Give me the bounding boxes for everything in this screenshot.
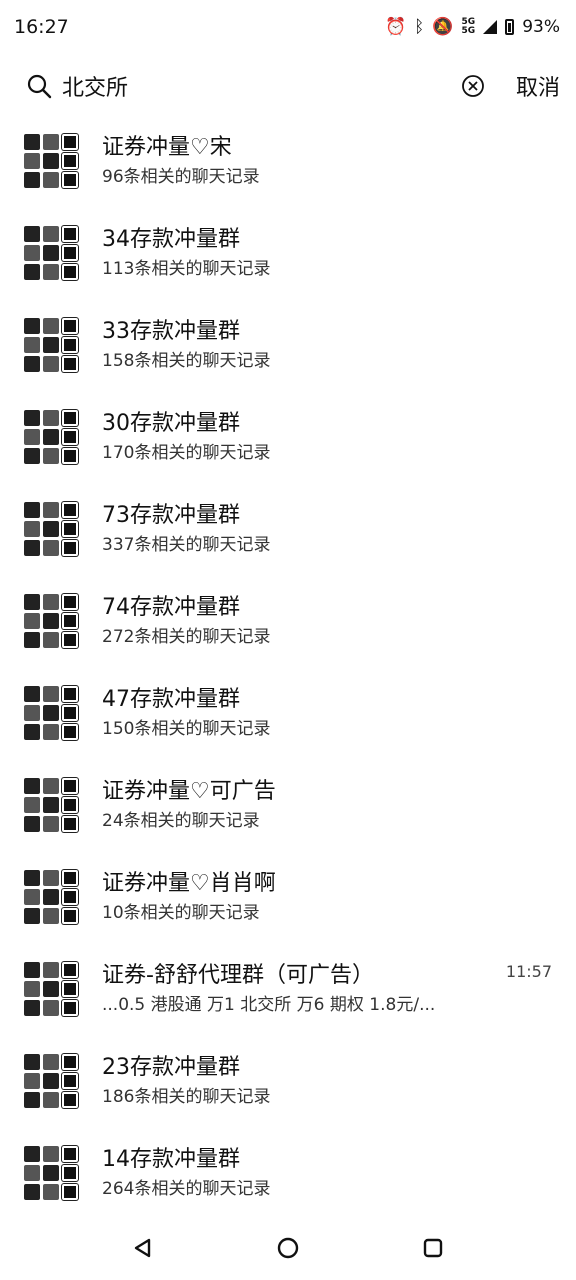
cancel-button[interactable]: 取消 [516,70,560,102]
group-avatar [24,1054,78,1108]
recents-icon[interactable] [421,1236,445,1260]
list-item[interactable]: 证券-舒舒代理群（可广告） ...0.5 港股通 万1 北交所 万6 期权 1.8… [0,950,576,1042]
chat-match-summary: 170条相关的聊天记录 [102,443,271,463]
search-icon[interactable] [26,73,52,99]
group-avatar [24,870,78,924]
chat-title: 14存款冲量群 [102,1147,240,1172]
chat-title: 47存款冲量群 [102,687,240,712]
home-icon[interactable] [276,1236,300,1260]
battery-level: 93% [522,17,560,37]
group-avatar [24,226,78,280]
group-avatar [24,778,78,832]
list-item[interactable]: 14存款冲量群 264条相关的聊天记录 [0,1134,576,1226]
list-item[interactable]: 证券冲量♡宋 96条相关的聊天记录 [0,122,576,214]
chat-match-summary: 24条相关的聊天记录 [102,811,260,831]
chat-title: 证券-舒舒代理群（可广告） [102,963,374,988]
status-bar: 16:27 ⏰ ᛒ 🔕 5G 5G 93% [0,0,576,54]
list-item-texts: 34存款冲量群 113条相关的聊天记录 [102,224,576,282]
chat-match-summary: 96条相关的聊天记录 [102,167,260,187]
chat-match-summary: 186条相关的聊天记录 [102,1087,271,1107]
back-icon[interactable] [131,1236,155,1260]
chat-match-summary: ...0.5 港股通 万1 北交所 万6 期权 1.8元/... [102,995,436,1015]
list-item[interactable]: 证券冲量♡肖肖啊 10条相关的聊天记录 [0,858,576,950]
list-item-texts: 74存款冲量群 272条相关的聊天记录 [102,592,576,650]
list-item[interactable]: 34存款冲量群 113条相关的聊天记录 [0,214,576,306]
status-icons: ⏰ ᛒ 🔕 5G 5G 93% [385,17,560,37]
list-item[interactable]: 23存款冲量群 186条相关的聊天记录 [0,1042,576,1134]
alarm-icon: ⏰ [385,17,407,37]
list-item-texts: 73存款冲量群 337条相关的聊天记录 [102,500,576,558]
group-avatar [24,686,78,740]
chat-title: 73存款冲量群 [102,503,240,528]
signal-icon [483,20,498,34]
list-item[interactable]: 74存款冲量群 272条相关的聊天记录 [0,582,576,674]
chat-title: 证券冲量♡宋 [102,135,232,160]
battery-icon [505,19,515,35]
list-item-texts: 23存款冲量群 186条相关的聊天记录 [102,1052,576,1110]
list-item[interactable]: 33存款冲量群 158条相关的聊天记录 [0,306,576,398]
group-avatar [24,594,78,648]
chat-match-summary: 158条相关的聊天记录 [102,351,271,371]
list-item-texts: 证券冲量♡宋 96条相关的聊天记录 [102,132,576,190]
chat-match-summary: 113条相关的聊天记录 [102,259,271,279]
chat-match-summary: 337条相关的聊天记录 [102,535,271,555]
chat-time: 11:57 [505,962,552,981]
chat-match-summary: 264条相关的聊天记录 [102,1179,271,1199]
list-item-texts: 14存款冲量群 264条相关的聊天记录 [102,1144,576,1202]
list-item-texts: 证券冲量♡可广告 24条相关的聊天记录 [102,776,576,834]
list-item-texts: 30存款冲量群 170条相关的聊天记录 [102,408,576,466]
list-item-texts: 证券冲量♡肖肖啊 10条相关的聊天记录 [102,868,576,926]
search-bar: 北交所 取消 [0,62,576,110]
navigation-bar [0,1216,576,1280]
group-avatar [24,318,78,372]
chat-title: 证券冲量♡肖肖啊 [102,871,276,896]
clear-icon[interactable] [460,73,486,99]
status-time: 16:27 [14,16,69,38]
search-results-list: 证券冲量♡宋 96条相关的聊天记录 34存款冲量群 113条相关的聊天记录 33存款冲量… [0,122,576,1226]
chat-title: 23存款冲量群 [102,1055,240,1080]
list-item-texts: 证券-舒舒代理群（可广告） ...0.5 港股通 万1 北交所 万6 期权 1.8… [102,960,576,1018]
network-5g-icon: 5G 5G [461,17,476,36]
mute-icon: 🔕 [432,17,454,37]
group-avatar [24,502,78,556]
chat-title: 证券冲量♡可广告 [102,779,276,804]
chat-title: 34存款冲量群 [102,227,240,252]
chat-title: 30存款冲量群 [102,411,240,436]
list-item[interactable]: 证券冲量♡可广告 24条相关的聊天记录 [0,766,576,858]
list-item[interactable]: 30存款冲量群 170条相关的聊天记录 [0,398,576,490]
group-avatar [24,134,78,188]
chat-match-summary: 272条相关的聊天记录 [102,627,271,647]
group-avatar [24,1146,78,1200]
bluetooth-icon: ᛒ [414,17,425,37]
list-item[interactable]: 73存款冲量群 337条相关的聊天记录 [0,490,576,582]
chat-match-summary: 10条相关的聊天记录 [102,903,260,923]
list-item-texts: 33存款冲量群 158条相关的聊天记录 [102,316,576,374]
chat-match-summary: 150条相关的聊天记录 [102,719,271,739]
chat-title: 74存款冲量群 [102,595,240,620]
group-avatar [24,410,78,464]
group-avatar [24,962,78,1016]
list-item[interactable]: 47存款冲量群 150条相关的聊天记录 [0,674,576,766]
search-input[interactable]: 北交所 [62,70,460,102]
chat-title: 33存款冲量群 [102,319,240,344]
list-item-texts: 47存款冲量群 150条相关的聊天记录 [102,684,576,742]
